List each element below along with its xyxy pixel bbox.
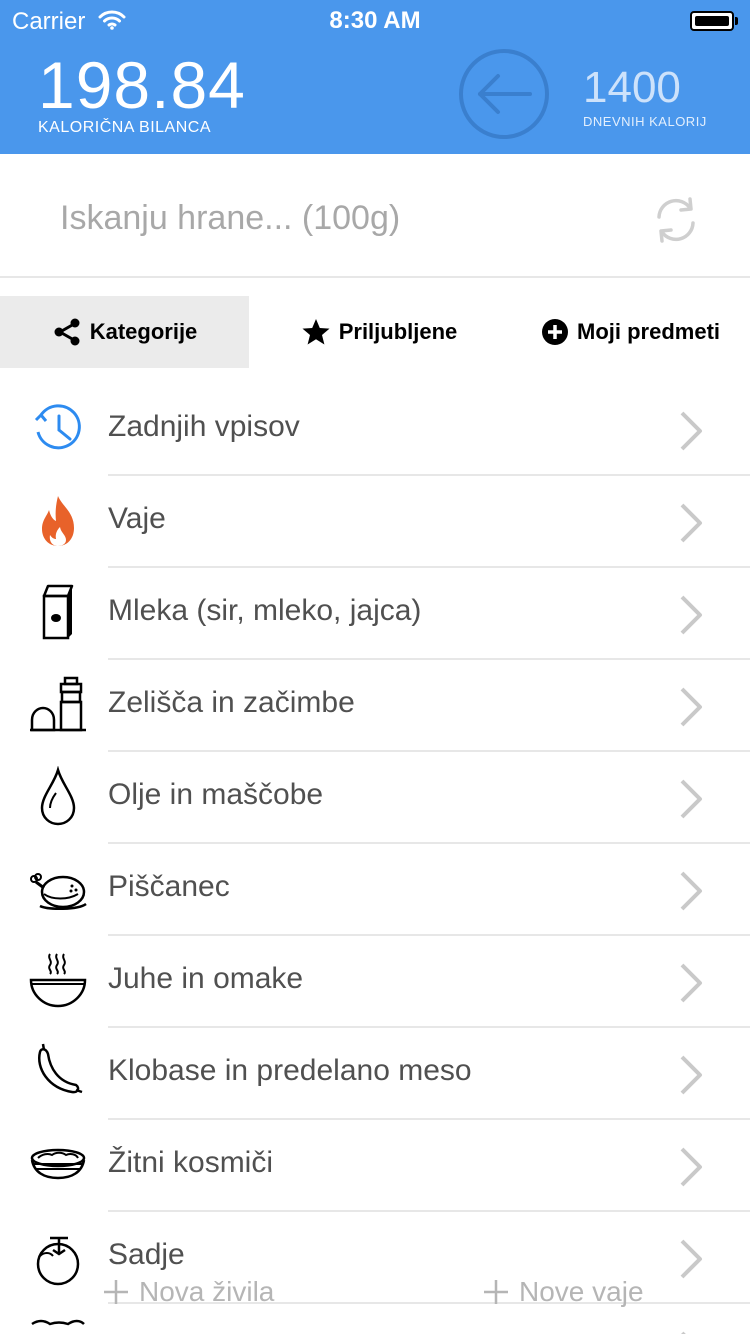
screen: Carrier 8:30 AM 198.84 KALORIČNA BILANCA…: [0, 0, 750, 1334]
add-food-label: Nova živila: [139, 1276, 275, 1307]
add-food-button[interactable]: Nova živila: [103, 1270, 274, 1314]
category-item-sausages[interactable]: Klobase in predelano meso: [0, 1028, 750, 1120]
chevron-right-icon: [681, 1331, 686, 1334]
history-clock-icon: [34, 404, 81, 450]
chicken-icon: [30, 873, 87, 910]
chevron-right-icon: [680, 871, 702, 911]
chevron-right-icon: [680, 1055, 702, 1095]
category-label: Zelišča in začimbe: [108, 686, 355, 719]
share-icon: [54, 318, 80, 346]
daily-calories-label: DNEVNIH KALORIJ: [583, 114, 707, 129]
spice-shaker-icon: [30, 676, 86, 732]
battery-icon: [690, 11, 738, 31]
category-label: Olje in maščobe: [108, 778, 324, 811]
sausage-icon: [38, 1043, 83, 1094]
tab-my-items[interactable]: Moji predmeti: [509, 296, 750, 368]
chevron-right-icon: [680, 963, 702, 1003]
category-item-dairy[interactable]: Mleka (sir, mleko, jajca): [0, 568, 750, 660]
chevron-right-icon: [680, 779, 702, 819]
calorie-header: Carrier 8:30 AM 198.84 KALORIČNA BILANCA…: [0, 0, 750, 154]
status-bar: Carrier 8:30 AM: [0, 0, 750, 40]
tab-favorites[interactable]: Priljubljene: [249, 296, 509, 368]
search-bar: [0, 154, 750, 278]
chevron-right-icon: [680, 411, 702, 451]
back-arrow-button[interactable]: [458, 48, 550, 140]
chevron-right-icon: [680, 503, 702, 543]
oil-drop-icon: [40, 766, 76, 826]
refresh-icon[interactable]: [650, 194, 702, 246]
tab-my-items-label: Moji predmeti: [577, 319, 721, 344]
category-list: Zadnjih vpisov Vaje Mleka (sir, mleko, j…: [0, 384, 750, 1334]
plus-circle-icon: [542, 319, 568, 345]
category-label: Piščanec: [108, 870, 230, 903]
tab-categories-label: Kategorije: [89, 319, 198, 344]
chevron-right-icon: [680, 687, 702, 727]
soup-bowl-icon: [29, 953, 87, 1008]
category-label: Juhe in omake: [108, 962, 304, 995]
animal-head-icon: [31, 1319, 85, 1326]
tab-favorites-label: Priljubljene: [338, 319, 458, 344]
chevron-right-icon: [680, 595, 702, 635]
milk-carton-icon: [42, 584, 74, 640]
category-item-spices[interactable]: Zelišča in začimbe: [0, 660, 750, 752]
category-label: Mleka (sir, mleko, jajca): [108, 594, 422, 627]
category-item-soups[interactable]: Juhe in omake: [0, 936, 750, 1028]
chevron-right-icon: [680, 1147, 702, 1187]
add-exercise-label: Nove vaje: [519, 1276, 644, 1307]
star-icon: [302, 319, 330, 345]
category-label: Klobase in predelano meso: [108, 1054, 472, 1087]
tab-categories[interactable]: Kategorije: [0, 296, 249, 368]
plus-icon: [104, 1280, 128, 1304]
calorie-balance-value: 198.84: [38, 48, 246, 122]
calorie-balance-label: KALORIČNA BILANCA: [38, 119, 211, 136]
cereal-bowl-icon: [30, 1148, 86, 1180]
tab-bar: Kategorije Priljubljene Moji predmeti: [0, 296, 750, 368]
food-search-input[interactable]: [60, 194, 620, 242]
category-item-cereals[interactable]: Žitni kosmiči: [0, 1120, 750, 1212]
bottom-actions: Nova živila Nove vaje: [0, 1270, 750, 1314]
category-label: Zadnjih vpisov: [108, 410, 300, 443]
add-exercise-button[interactable]: Nove vaje: [483, 1270, 644, 1314]
category-item-chicken[interactable]: Piščanec: [0, 844, 750, 936]
flame-icon: [42, 496, 74, 546]
category-item-recent[interactable]: Zadnjih vpisov: [0, 384, 750, 476]
status-time: 8:30 AM: [329, 7, 421, 34]
category-item-exercise[interactable]: Vaje: [0, 476, 750, 568]
daily-calories-value: 1400: [583, 63, 681, 112]
category-item-oils[interactable]: Olje in maščobe: [0, 752, 750, 844]
plus-icon: [484, 1280, 508, 1304]
category-label: Žitni kosmiči: [108, 1146, 274, 1179]
category-label: Sadje: [108, 1238, 185, 1271]
category-label: Vaje: [108, 502, 166, 535]
